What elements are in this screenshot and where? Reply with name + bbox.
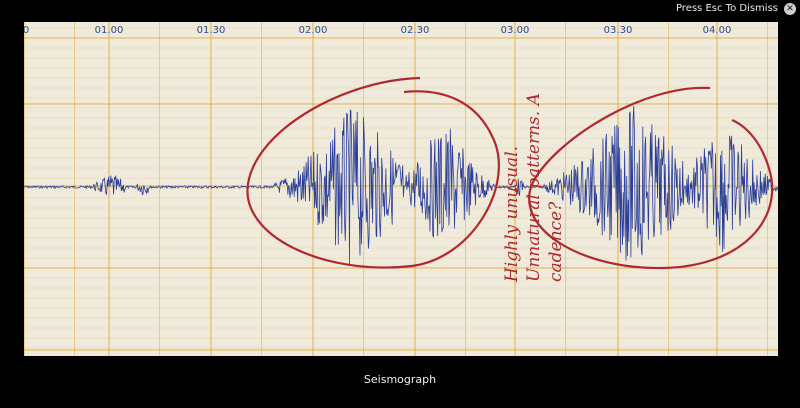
- seismograph-paper: 0 01.00 01.30 02.00 02.30 03.00 03.30 04.00 Hig…: [24, 22, 778, 356]
- time-label: 04.00: [702, 25, 732, 36]
- time-label: 01.30: [196, 25, 226, 36]
- close-icon[interactable]: ✕: [784, 3, 796, 15]
- image-caption: Seismograph: [363, 373, 437, 386]
- time-label: 0: [24, 25, 30, 36]
- time-label: 01.00: [94, 25, 124, 36]
- time-label: 02.30: [400, 25, 430, 36]
- dismiss-hint: Press Esc To Dismiss: [675, 3, 778, 14]
- time-label: 02.00: [298, 25, 328, 36]
- time-label: 03.00: [500, 25, 530, 36]
- handwritten-annotation: Highly unusual. Unnatural patterns. A ca…: [502, 93, 566, 282]
- annotation-circles: [246, 76, 774, 270]
- overlay-topbar: Press Esc To Dismiss ✕: [0, 0, 800, 20]
- annotation-circle-left: [246, 76, 500, 269]
- time-label: 03.30: [603, 25, 633, 36]
